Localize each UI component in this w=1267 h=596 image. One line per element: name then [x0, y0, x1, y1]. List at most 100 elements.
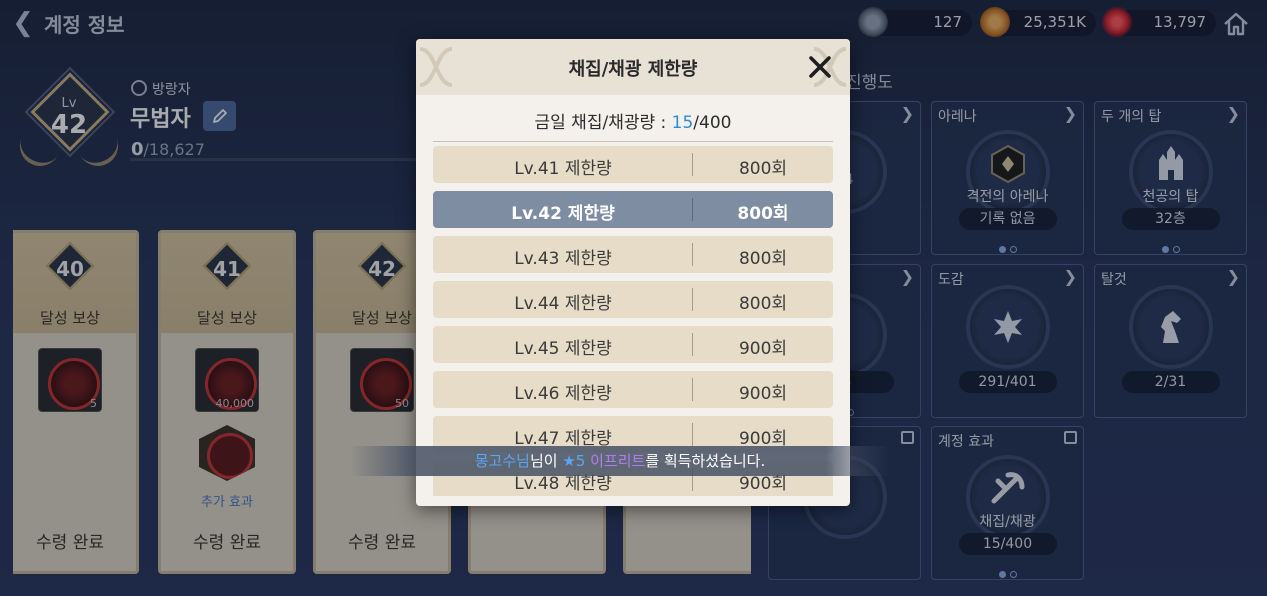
edit-name-button[interactable]	[203, 101, 236, 131]
exp-text: 0/18,627	[131, 139, 205, 160]
progress-tile-mount[interactable]: 탈것 ❯ 2/31	[1094, 264, 1247, 418]
codex-icon	[993, 311, 1022, 343]
chevron-right-icon: ❯	[1063, 267, 1077, 286]
tower-icon	[1158, 146, 1183, 180]
reward-card[interactable]: 40 달성 보상 5 수령 완료	[13, 230, 139, 574]
claim-status: 수령 완료	[348, 533, 416, 553]
item-qty: 40,000	[215, 397, 255, 410]
home-icon[interactable]	[1222, 10, 1250, 38]
level-number: 42	[50, 110, 88, 140]
limit-count: 800회	[738, 249, 788, 269]
currency-gold[interactable]: 25,351K	[980, 7, 1096, 37]
page-title: 계정 정보	[44, 13, 125, 37]
level-label: Lv	[61, 96, 77, 111]
progress-tile-codex[interactable]: 도감 ❯ 291/401	[931, 264, 1084, 418]
card-label: 달성 보상	[40, 309, 100, 327]
exp-max: /18,627	[143, 140, 205, 159]
level-badge: Lv 42	[13, 66, 125, 174]
tile-label: 도감	[938, 272, 964, 288]
player-name: 무법자	[130, 107, 191, 132]
notice-text: 를 획득하셨습니다.	[645, 452, 766, 470]
tile-label: 아레나	[938, 109, 977, 125]
external-link-icon	[901, 431, 914, 444]
currency-value: 13,797	[1153, 13, 1207, 31]
tile-value: 기록 없음	[958, 208, 1057, 230]
limit-list[interactable]: Lv.41 제한량 800회 Lv.42 제한량 800회 Lv.43 제한량 800회 L…	[433, 146, 833, 496]
tile-value: 291/401	[958, 371, 1057, 393]
pencil-icon	[213, 109, 227, 123]
notice-star: ★5	[562, 452, 586, 470]
ruby-icon	[1095, 0, 1139, 44]
bonus-label: 추가 효과	[201, 495, 253, 510]
chevron-left-icon[interactable]: ❮	[8, 8, 38, 38]
tile-label: 계정 효과	[938, 434, 994, 450]
notice-text: 님이	[529, 452, 563, 470]
limit-row[interactable]: Lv.43 제한량 800회	[433, 236, 833, 273]
item-qty: 5	[90, 397, 97, 410]
external-link-icon	[1064, 431, 1077, 444]
gear-coin-icon	[858, 7, 888, 37]
chevron-right-icon: ❯	[900, 267, 914, 286]
arena-icon	[990, 144, 1025, 184]
pickaxe-icon	[991, 472, 1024, 504]
horse-icon	[1160, 311, 1181, 343]
progress-tile-arena[interactable]: 아레나 ❯ 격전의 아레나 기록 없음	[931, 101, 1084, 255]
limit-row[interactable]: Lv.45 제한량 900회	[433, 326, 833, 363]
tile-value: 32층	[1121, 208, 1220, 230]
card-level: 41	[213, 257, 241, 281]
card-label: 달성 보상	[197, 309, 257, 327]
today-label: 금일 채집/채광량 :	[534, 113, 672, 133]
exp-current: 0	[131, 139, 144, 160]
chevron-right-icon: ❯	[1226, 104, 1240, 123]
limit-count: 800회	[737, 204, 789, 224]
page-dots	[932, 238, 1083, 257]
limit-count: 800회	[738, 294, 788, 314]
tile-label: 탈것	[1101, 272, 1127, 288]
limit-row[interactable]: Lv.41 제한량 800회	[433, 146, 833, 183]
tile-label: 두 개의 탑	[1101, 109, 1162, 125]
limit-level: Lv.45 제한량	[514, 339, 612, 359]
acquire-notice: 몽고수님님이 ★5 이프리트를 획득하셨습니다.	[350, 446, 890, 476]
limit-row[interactable]: Lv.42 제한량 800회	[433, 191, 833, 228]
limit-count: 900회	[738, 339, 788, 359]
notice-user: 몽고수님	[474, 452, 530, 470]
item-qty: 50	[395, 397, 409, 410]
today-amount: 금일 채집/채광량 : 15/400	[416, 108, 850, 133]
claim-status: 수령 완료	[193, 533, 261, 553]
limit-count: 800회	[738, 159, 788, 179]
limit-modal: 채집/채광 제한량 금일 채집/채광량 : 15/400 Lv.41 제한량 80…	[416, 39, 850, 506]
card-level: 40	[56, 257, 84, 281]
currency-ruby[interactable]: 13,797	[1095, 0, 1216, 44]
progress-tile-account-effect[interactable]: 계정 효과 채집/채광 15/400	[931, 426, 1084, 580]
page-dots	[932, 563, 1083, 582]
limit-level: Lv.41 제한량	[514, 159, 612, 179]
chevron-right-icon: ❯	[900, 104, 914, 123]
paw-item-icon[interactable]: 5	[38, 348, 102, 412]
paw-item-icon[interactable]: 40,000	[195, 348, 259, 412]
limit-level: Lv.43 제한량	[514, 249, 612, 269]
tile-value: 2/31	[1121, 371, 1220, 393]
currency-value: 25,351K	[1023, 13, 1086, 31]
close-icon[interactable]	[806, 53, 834, 81]
paw-item-icon[interactable]: 50	[350, 348, 414, 412]
limit-row[interactable]: Lv.46 제한량 900회	[433, 371, 833, 408]
limit-level: Lv.44 제한량	[514, 294, 612, 314]
exp-bar	[130, 158, 420, 161]
notice-item: 이프리트	[590, 452, 646, 470]
limit-count: 900회	[738, 384, 788, 404]
modal-header: 채집/채광 제한량	[416, 39, 850, 95]
tile-name: 채집/채광	[979, 514, 1036, 530]
today-max: /400	[693, 113, 732, 133]
progress-section-title: 진행도	[846, 73, 893, 93]
bonus-effect-icon[interactable]	[199, 425, 255, 481]
player-title: 방랑자	[152, 82, 191, 98]
claim-status: 수령 완료	[36, 533, 104, 553]
gold-coin-icon	[980, 7, 1010, 37]
tile-name: 격전의 아레나	[966, 189, 1049, 205]
tile-value: 15/400	[958, 533, 1057, 555]
reward-card[interactable]: 41 달성 보상 40,000 추가 효과 수령 완료	[158, 230, 296, 574]
limit-row[interactable]: Lv.44 제한량 800회	[433, 281, 833, 318]
limit-level: Lv.46 제한량	[514, 384, 612, 404]
progress-tile-towers[interactable]: 두 개의 탑 ❯ 천공의 탑 32층	[1094, 101, 1247, 255]
currency-gear[interactable]: 127	[858, 7, 972, 37]
